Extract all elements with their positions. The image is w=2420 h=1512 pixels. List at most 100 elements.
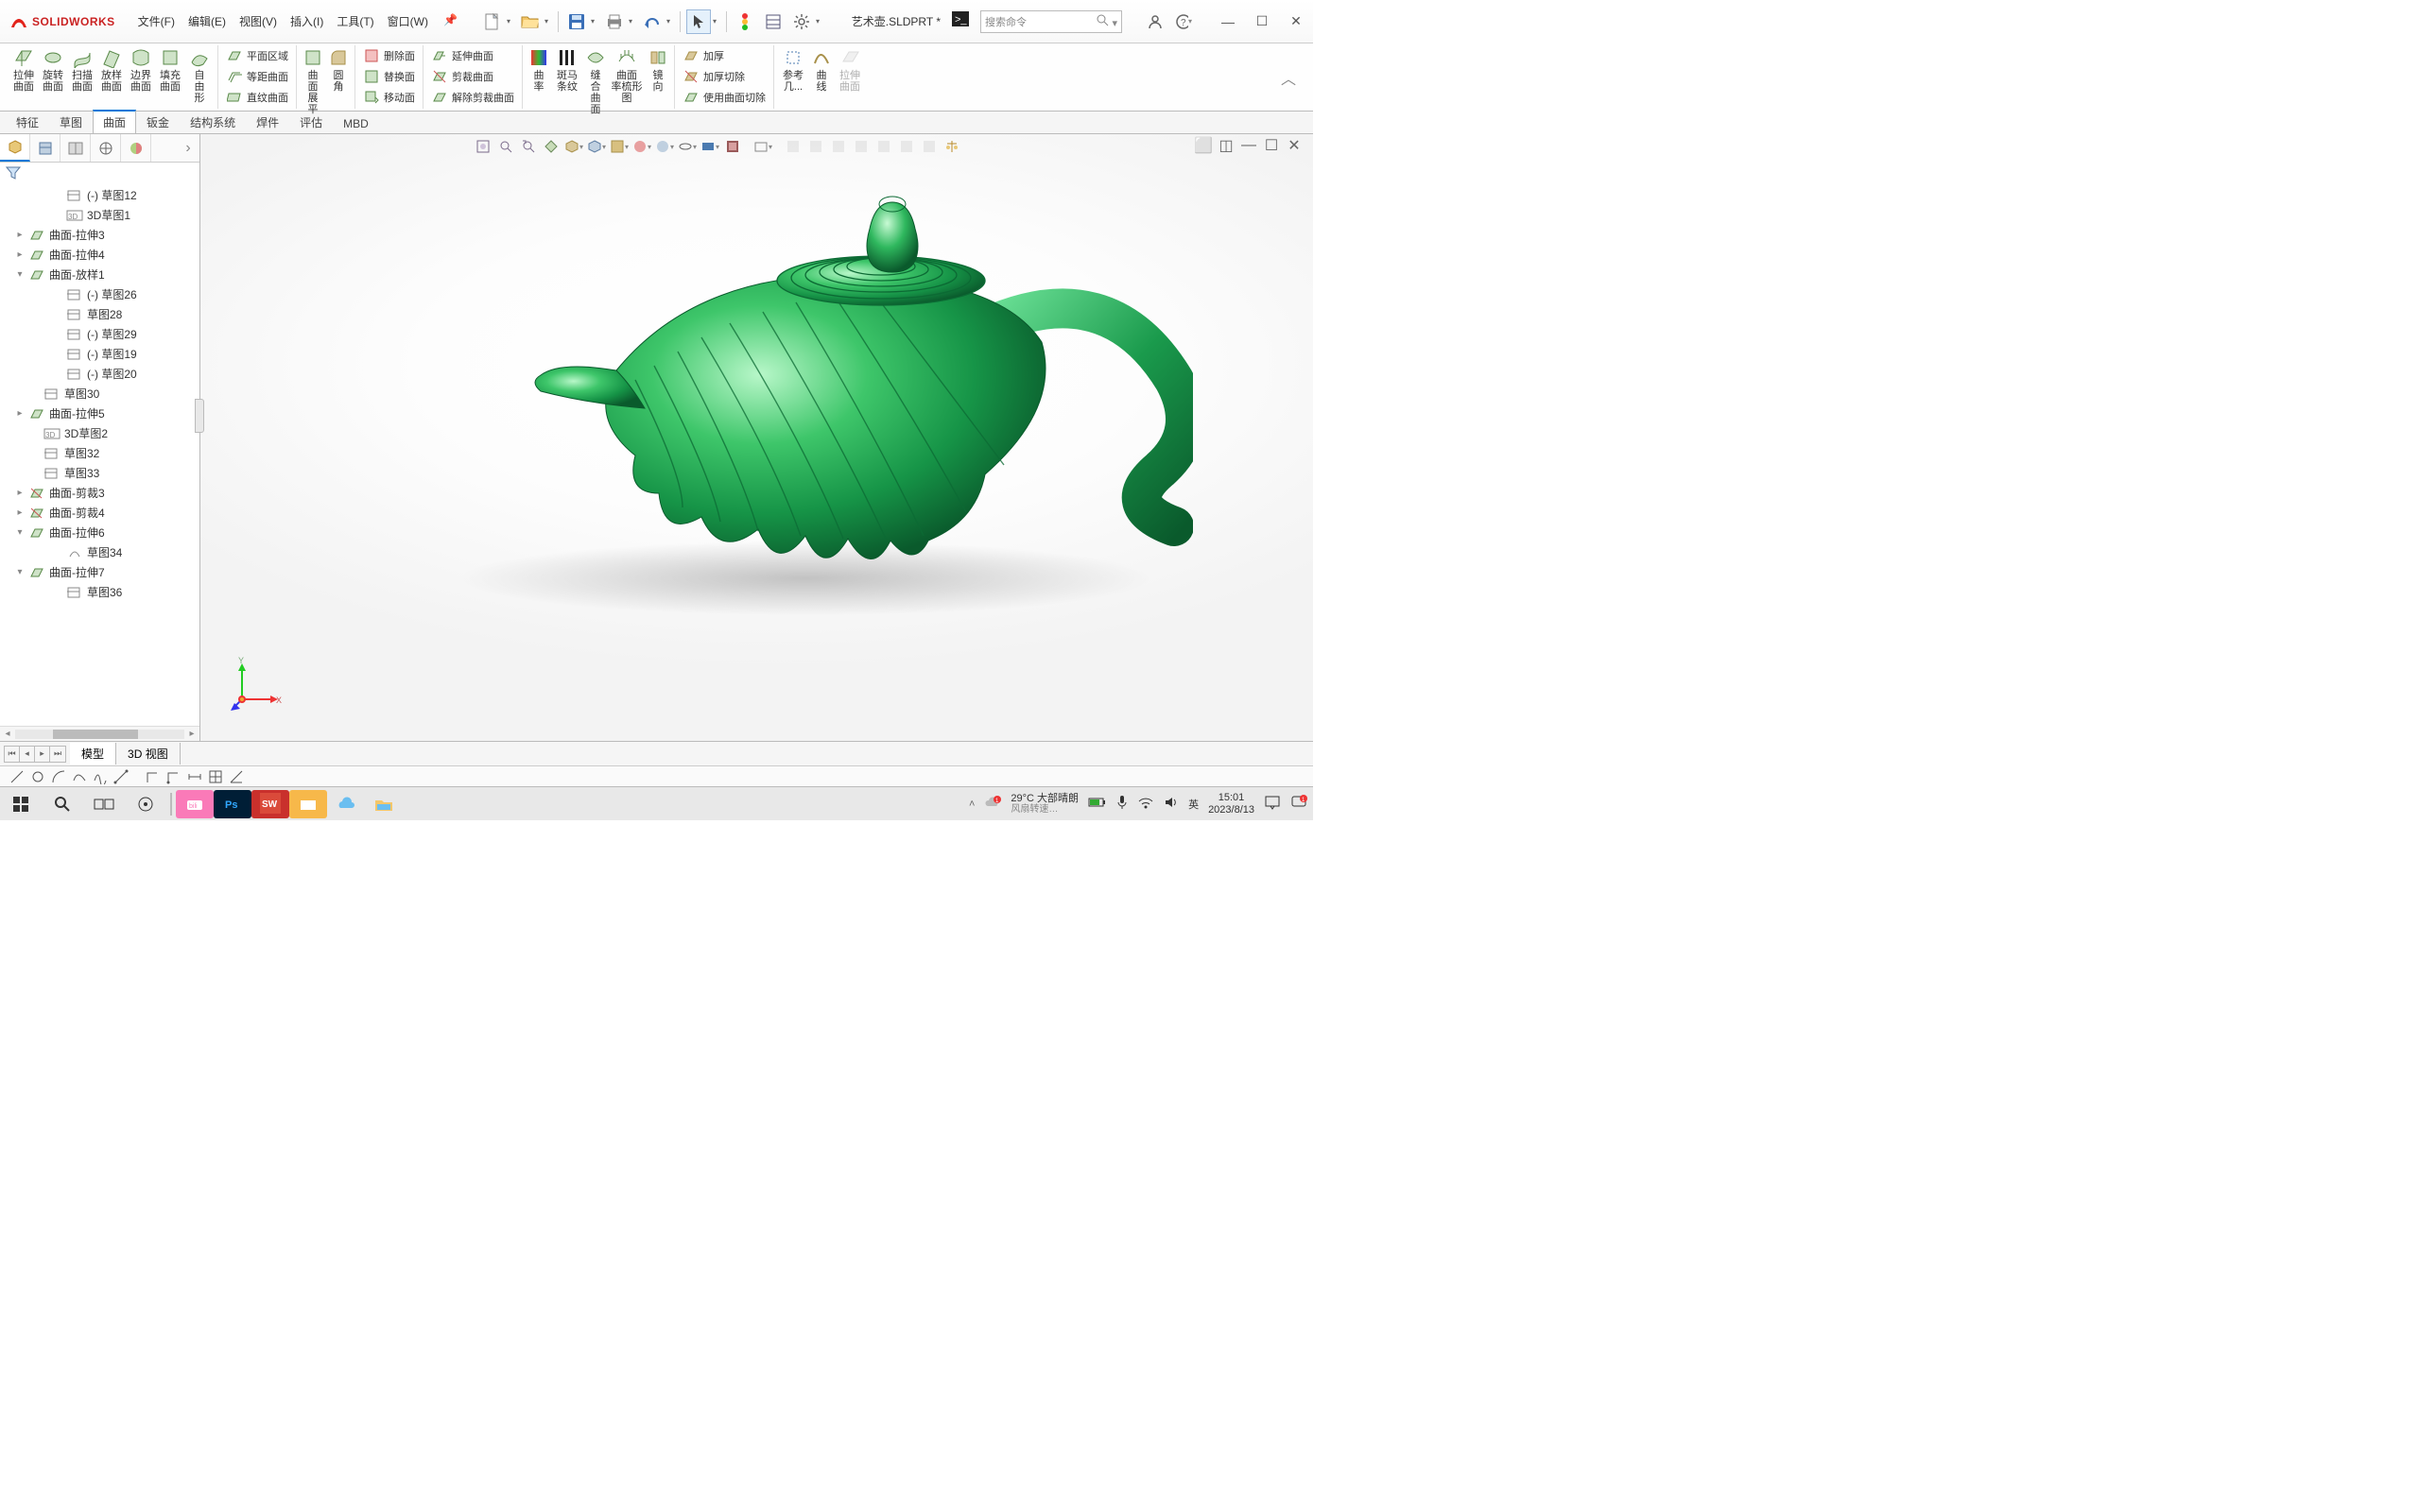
menu-insert[interactable]: 插入(I) xyxy=(285,9,329,33)
viewport-minimize[interactable]: — xyxy=(1239,136,1258,155)
new-button[interactable] xyxy=(480,9,505,34)
tray-chevron-up-icon[interactable]: ˄ xyxy=(969,799,975,810)
tree-filter[interactable] xyxy=(0,163,199,183)
taskbar-app-photoshop[interactable]: Ps xyxy=(214,790,251,818)
tray-onedrive-icon[interactable]: 1 xyxy=(984,796,1001,812)
tree-item[interactable]: 草图33 xyxy=(0,463,199,483)
open-button[interactable] xyxy=(518,9,543,34)
ribbon-thicken[interactable]: 加厚 xyxy=(679,45,769,66)
select-button[interactable] xyxy=(686,9,711,34)
tab-surface[interactable]: 曲面 xyxy=(93,110,136,133)
login-icon[interactable] xyxy=(1147,13,1164,30)
ribbon-loft-surface[interactable]: 放样 曲面 xyxy=(97,45,126,93)
ribbon-thicken-cut[interactable]: 加厚切除 xyxy=(679,66,769,87)
tree-item[interactable]: (-) 草图29 xyxy=(0,324,199,344)
tree-item[interactable]: (-) 草图19 xyxy=(0,344,199,364)
viewport-split-icon[interactable]: ◫ xyxy=(1217,136,1236,155)
sk-line-icon[interactable] xyxy=(8,768,26,785)
tree-tab-display[interactable] xyxy=(121,134,151,162)
window-close[interactable]: ✕ xyxy=(1279,9,1313,35)
help-icon[interactable]: ? ▾ xyxy=(1175,13,1192,30)
sk-arc-icon[interactable] xyxy=(49,768,68,785)
tree-tab-feature[interactable] xyxy=(0,134,30,162)
ribbon-planar-surface[interactable]: 平面区域 xyxy=(222,45,292,66)
taskbar-search-icon[interactable] xyxy=(42,787,83,821)
undo-button[interactable] xyxy=(640,9,665,34)
chevron-down-icon[interactable]: ▾ xyxy=(544,17,552,26)
tree-item[interactable]: ▾曲面-拉伸6 xyxy=(0,523,199,542)
menu-file[interactable]: 文件(F) xyxy=(132,9,181,33)
settings-button[interactable] xyxy=(789,9,814,34)
menu-pin-icon[interactable]: 📌 xyxy=(438,9,463,33)
feature-tree[interactable]: (-) 草图123D3D草图1▸曲面-拉伸3▸曲面-拉伸4▾曲面-放样1(-) … xyxy=(0,183,199,726)
ribbon-trim-surface[interactable]: 剪裁曲面 xyxy=(427,66,518,87)
widgets-icon[interactable] xyxy=(125,787,166,821)
sk-angle-icon[interactable] xyxy=(227,768,246,785)
tray-wifi-icon[interactable] xyxy=(1137,796,1154,812)
ribbon-curvature[interactable]: 曲 率 xyxy=(527,45,551,93)
viewport-expand-icon[interactable]: ⬜ xyxy=(1194,136,1213,155)
tree-item[interactable]: 草图28 xyxy=(0,304,199,324)
chevron-down-icon[interactable]: ▾ xyxy=(591,17,598,26)
tree-item[interactable]: 草图36 xyxy=(0,582,199,602)
ribbon-knit-surface[interactable]: 缝 合 曲 面 xyxy=(583,45,608,115)
taskbar-app-solidworks[interactable]: SW xyxy=(251,790,289,818)
tree-item[interactable]: ▾曲面-拉伸7 xyxy=(0,562,199,582)
ribbon-curvature-combs[interactable]: 曲面 率梳形 图 xyxy=(609,45,645,104)
tree-item[interactable]: 3D3D草图1 xyxy=(0,205,199,225)
tree-item[interactable]: ▸曲面-拉伸3 xyxy=(0,225,199,245)
tray-weather[interactable]: 29°C 大部晴朗 风扇转速… xyxy=(1011,793,1079,816)
tray-clock[interactable]: 15:01 2023/8/13 xyxy=(1208,792,1254,816)
rebuild-button[interactable] xyxy=(733,9,757,34)
ribbon-ruled-surface[interactable]: 直纹曲面 xyxy=(222,87,292,108)
tree-tab-config[interactable] xyxy=(60,134,91,162)
ribbon-mirror[interactable]: 镜 向 xyxy=(646,45,670,93)
tree-hscrollbar[interactable]: ◂▸ xyxy=(0,726,199,741)
tab-features[interactable]: 特征 xyxy=(6,111,49,133)
render-tools-icon[interactable]: ▾ xyxy=(700,136,720,157)
search-icon[interactable]: ▾ xyxy=(1096,13,1117,29)
chevron-down-icon[interactable]: ▾ xyxy=(507,17,514,26)
sk-dim-icon[interactable] xyxy=(185,768,204,785)
taskbar-app-explorer[interactable] xyxy=(365,790,403,818)
ribbon-reference-geometry[interactable]: 参考 几... xyxy=(778,45,808,93)
view-orientation-icon[interactable]: ▾ xyxy=(563,136,584,157)
sk-corner2-icon[interactable] xyxy=(164,768,183,785)
ribbon-extend-surface[interactable]: 延伸曲面 xyxy=(427,45,518,66)
tree-item[interactable]: (-) 草图26 xyxy=(0,284,199,304)
section-view-icon[interactable] xyxy=(541,136,562,157)
panel-resize-handle[interactable] xyxy=(195,399,204,433)
sk-slot-icon[interactable] xyxy=(91,768,110,785)
ribbon-flatten-surface[interactable]: 曲 面 展 平 xyxy=(301,45,325,115)
zoom-fit-icon[interactable] xyxy=(473,136,493,157)
sk-spline-icon[interactable] xyxy=(70,768,89,785)
ribbon-delete-face[interactable]: 删除面 xyxy=(359,45,419,66)
chevron-down-icon[interactable]: ▾ xyxy=(816,17,823,26)
tree-item[interactable]: 3D3D草图2 xyxy=(0,423,199,443)
doc-tab-3dview[interactable]: 3D 视图 xyxy=(116,743,181,765)
tray-volume-icon[interactable] xyxy=(1164,796,1179,812)
tree-item[interactable]: ▸曲面-拉伸5 xyxy=(0,404,199,423)
balance-icon[interactable] xyxy=(942,136,962,157)
window-maximize[interactable]: ☐ xyxy=(1245,9,1279,35)
menu-view[interactable]: 视图(V) xyxy=(233,9,283,33)
tree-item[interactable]: 草图32 xyxy=(0,443,199,463)
options-button[interactable] xyxy=(761,9,786,34)
tray-ime[interactable]: 英 xyxy=(1188,797,1199,812)
taskbar-app-cloud[interactable] xyxy=(327,790,365,818)
ribbon-extrude-surface[interactable]: 拉伸 曲面 xyxy=(9,45,38,93)
tree-item[interactable]: 草图30 xyxy=(0,384,199,404)
tree-item[interactable]: (-) 草图20 xyxy=(0,364,199,384)
tree-tab-more[interactable]: › xyxy=(177,134,199,162)
sk-rect-icon[interactable] xyxy=(112,768,130,785)
ribbon-offset-surface[interactable]: 等距曲面 xyxy=(222,66,292,87)
doc-tab-nav[interactable]: ⏮◂▸⏭ xyxy=(4,746,66,763)
tray-battery-icon[interactable] xyxy=(1088,797,1107,811)
menu-edit[interactable]: 编辑(E) xyxy=(182,9,232,33)
taskbar-app-folder[interactable] xyxy=(289,790,327,818)
chevron-down-icon[interactable]: ▾ xyxy=(629,17,636,26)
ribbon-untrim-surface[interactable]: 解除剪裁曲面 xyxy=(427,87,518,108)
save-button[interactable] xyxy=(564,9,589,34)
sk-grid-icon[interactable] xyxy=(206,768,225,785)
ribbon-cut-with-surface[interactable]: 使用曲面切除 xyxy=(679,87,769,108)
